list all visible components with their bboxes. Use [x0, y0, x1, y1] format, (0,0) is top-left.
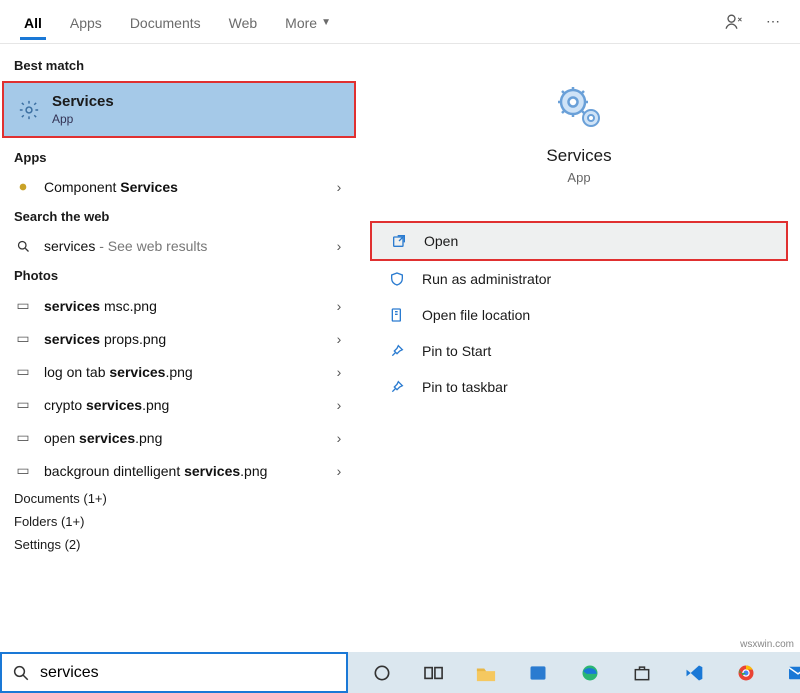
open-icon	[390, 233, 408, 249]
section-web: Search the web	[0, 203, 358, 230]
action-pin-taskbar-label: Pin to taskbar	[422, 379, 508, 395]
action-open-label: Open	[424, 233, 458, 249]
photo-result-item[interactable]: ▭ log on tab services.png ›	[0, 355, 358, 388]
taskbar	[0, 652, 800, 693]
action-open[interactable]: Open	[370, 221, 788, 261]
photo-result-item[interactable]: ▭ crypto services.png ›	[0, 388, 358, 421]
chevron-down-icon: ▼	[321, 17, 331, 28]
search-tabs: All Apps Documents Web More ▼ ⋯	[0, 0, 800, 44]
action-run-admin[interactable]: Run as administrator	[370, 261, 788, 297]
tab-web[interactable]: Web	[215, 5, 272, 39]
preview-title: Services	[370, 146, 788, 166]
action-run-admin-label: Run as administrator	[422, 271, 551, 287]
feedback-icon[interactable]	[724, 12, 744, 32]
action-open-location[interactable]: Open file location	[370, 297, 788, 333]
web-result-label: services - See web results	[44, 238, 320, 254]
preview-panel: Services App Open Run as administrator	[358, 44, 800, 652]
chevron-right-icon: ›	[332, 463, 346, 479]
chrome-icon[interactable]	[734, 661, 758, 685]
photo-result-item[interactable]: ▭ backgroun dintelligent services.png ›	[0, 454, 358, 487]
chevron-right-icon: ›	[332, 430, 346, 446]
search-input[interactable]	[40, 664, 336, 682]
photo-result-label: backgroun dintelligent services.png	[44, 463, 320, 479]
tab-more-label: More	[285, 15, 317, 31]
preview-subtitle: App	[370, 170, 788, 185]
chevron-right-icon: ›	[332, 179, 346, 195]
more-options-icon[interactable]: ⋯	[766, 13, 780, 30]
services-gears-icon	[549, 82, 609, 132]
action-pin-start-label: Pin to Start	[422, 343, 491, 359]
chevron-right-icon: ›	[332, 298, 346, 314]
taskview-icon[interactable]	[422, 661, 446, 685]
image-icon: ▭	[14, 396, 32, 413]
image-icon: ▭	[14, 462, 32, 479]
photo-result-label: crypto services.png	[44, 397, 320, 413]
image-icon: ▭	[14, 297, 32, 314]
folder-icon	[388, 307, 406, 323]
image-icon: ▭	[14, 429, 32, 446]
vscode-icon[interactable]	[682, 661, 706, 685]
tab-more[interactable]: More ▼	[271, 5, 345, 39]
preview-hero: Services App	[370, 64, 788, 197]
photo-result-item[interactable]: ▭ services msc.png ›	[0, 289, 358, 322]
web-result-item[interactable]: services - See web results ›	[0, 230, 358, 262]
tab-documents[interactable]: Documents	[116, 5, 215, 39]
photo-result-label: services props.png	[44, 331, 320, 347]
gear-icon	[18, 99, 40, 121]
edge-icon[interactable]	[578, 661, 602, 685]
file-explorer-icon[interactable]	[474, 661, 498, 685]
action-pin-taskbar[interactable]: Pin to taskbar	[370, 369, 788, 405]
taskbar-icons	[348, 652, 800, 693]
section-folders[interactable]: Folders (1+)	[0, 510, 358, 533]
photo-result-item[interactable]: ▭ open services.png ›	[0, 421, 358, 454]
watermark: wsxwin.com	[740, 639, 794, 650]
pin-icon	[388, 379, 406, 395]
photo-result-item[interactable]: ▭ services props.png ›	[0, 322, 358, 355]
app-result-label: Component Services	[44, 179, 320, 195]
component-services-icon	[14, 179, 32, 195]
image-icon: ▭	[14, 330, 32, 347]
section-documents[interactable]: Documents (1+)	[0, 487, 358, 510]
section-settings[interactable]: Settings (2)	[0, 533, 358, 556]
store-icon[interactable]	[630, 661, 654, 685]
results-column: Best match Services App Apps Component S…	[0, 44, 358, 652]
tab-all[interactable]: All	[10, 5, 56, 39]
chevron-right-icon: ›	[332, 397, 346, 413]
action-open-location-label: Open file location	[422, 307, 530, 323]
chevron-right-icon: ›	[332, 238, 346, 254]
app-result-item[interactable]: Component Services ›	[0, 171, 358, 203]
shield-icon	[388, 271, 406, 287]
section-best-match: Best match	[0, 52, 358, 79]
word-icon[interactable]	[526, 661, 550, 685]
search-icon	[12, 664, 30, 682]
cortana-icon[interactable]	[370, 661, 394, 685]
photo-result-label: services msc.png	[44, 298, 320, 314]
best-match-title: Services	[52, 93, 114, 110]
mail-icon[interactable]	[786, 661, 800, 685]
tab-apps[interactable]: Apps	[56, 5, 116, 39]
best-match-item[interactable]: Services App	[2, 81, 356, 138]
chevron-right-icon: ›	[332, 364, 346, 380]
chevron-right-icon: ›	[332, 331, 346, 347]
action-pin-start[interactable]: Pin to Start	[370, 333, 788, 369]
best-match-subtitle: App	[52, 112, 114, 126]
pin-icon	[388, 343, 406, 359]
image-icon: ▭	[14, 363, 32, 380]
search-box[interactable]	[0, 652, 348, 693]
preview-actions: Open Run as administrator Open file loca…	[370, 221, 788, 405]
search-icon	[14, 239, 32, 254]
section-photos: Photos	[0, 262, 358, 289]
section-apps: Apps	[0, 144, 358, 171]
photo-result-label: open services.png	[44, 430, 320, 446]
photo-result-label: log on tab services.png	[44, 364, 320, 380]
